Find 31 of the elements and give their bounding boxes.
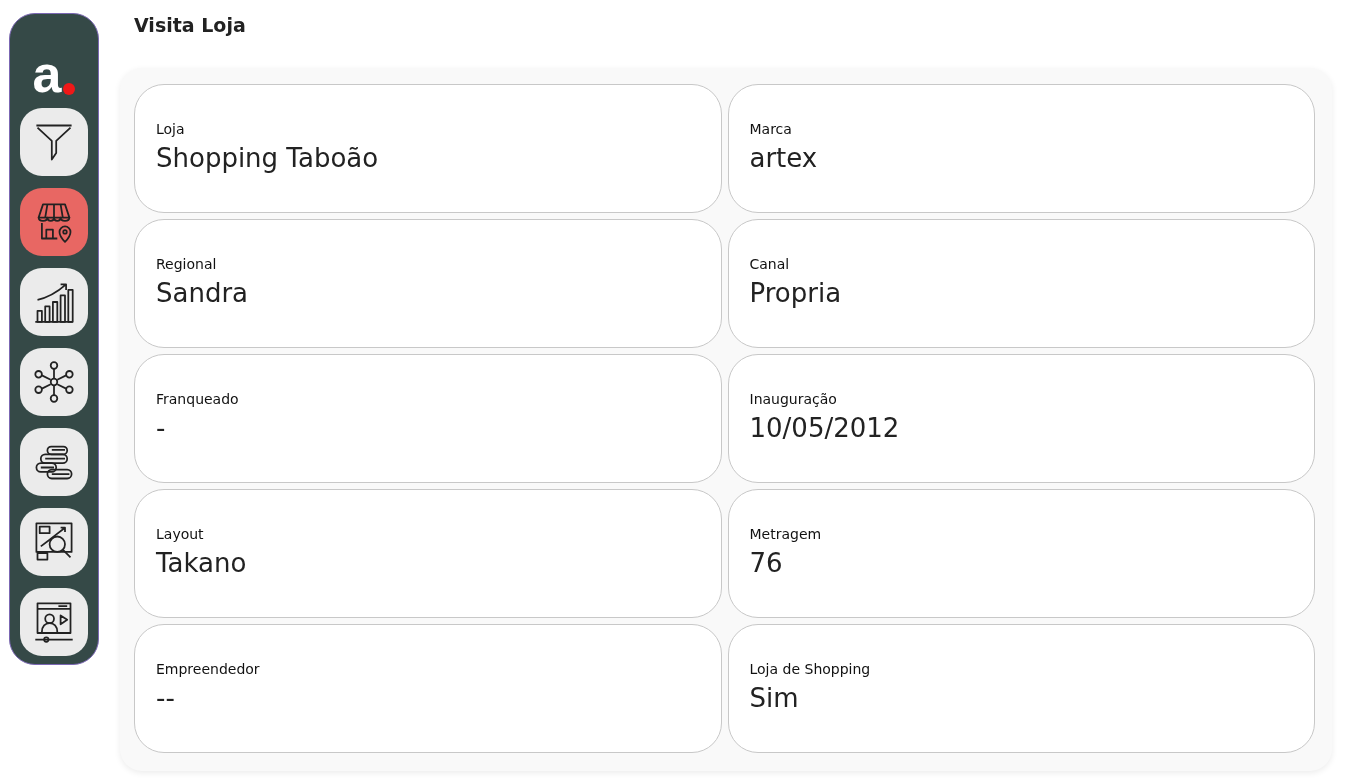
video-user-icon xyxy=(32,600,76,644)
field-label: Franqueado xyxy=(156,391,240,407)
field-value: Takano xyxy=(156,548,248,578)
network-nodes-icon xyxy=(32,360,76,404)
nav-button[interactable] xyxy=(20,348,88,416)
field-label: Marca xyxy=(749,121,793,137)
nav-button[interactable] xyxy=(20,108,88,176)
field-label: Loja de Shopping xyxy=(749,661,872,677)
field-value: 76 xyxy=(749,548,784,578)
field-label: Loja xyxy=(156,121,186,137)
field-value: artex xyxy=(749,143,819,173)
nav-button[interactable] xyxy=(20,428,88,496)
field-label: Regional xyxy=(156,256,218,272)
field-label: Layout xyxy=(156,526,205,542)
field-label: Metragem xyxy=(749,526,823,542)
logo: a xyxy=(32,52,62,96)
field-value: Sandra xyxy=(156,278,250,308)
field-value: Shopping Taboão xyxy=(156,143,380,173)
nav-button[interactable] xyxy=(20,268,88,336)
field-label: Empreendedor xyxy=(156,661,261,677)
page-title: Visita Loja xyxy=(134,14,247,38)
field-value: - xyxy=(156,413,167,443)
dot-icon xyxy=(63,83,76,95)
nav-button[interactable] xyxy=(20,508,88,576)
field-value: 10/05/2012 xyxy=(749,413,901,443)
field-value: -- xyxy=(156,683,176,713)
field-value: Propria xyxy=(749,278,843,308)
field-label: Canal xyxy=(749,256,791,272)
nav-button[interactable] xyxy=(20,588,88,656)
field-label: Inauguração xyxy=(749,391,838,407)
field-value: Sim xyxy=(749,683,800,713)
